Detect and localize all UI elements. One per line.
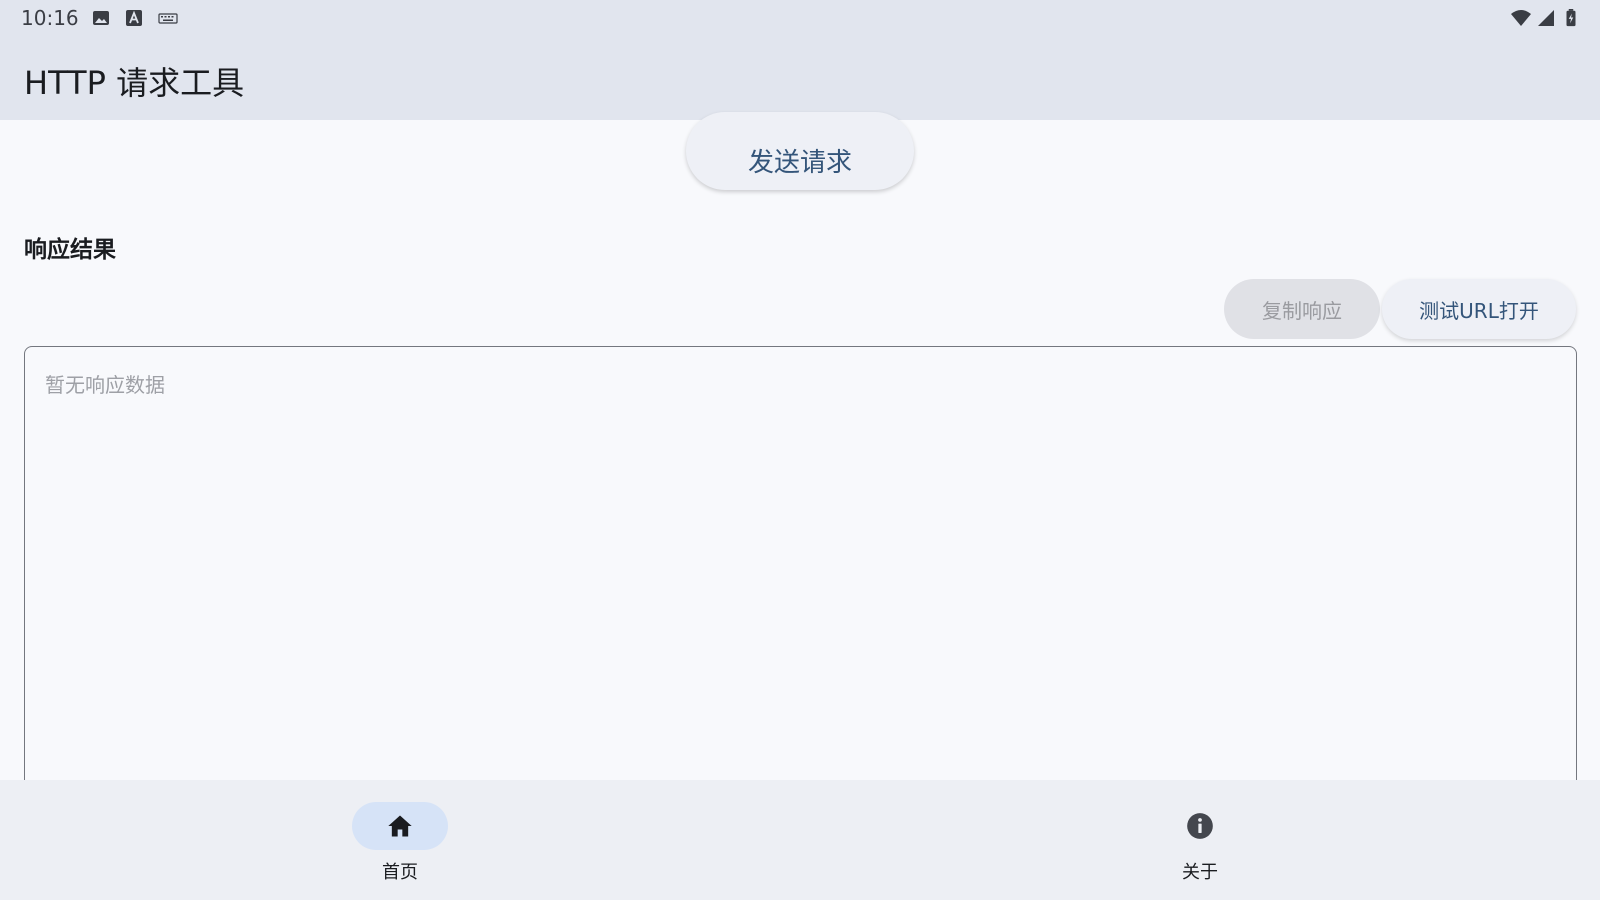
signal-icon	[1538, 10, 1554, 26]
battery-charging-icon	[1566, 9, 1576, 27]
nav-label-about: 关于	[1182, 862, 1218, 883]
nav-item-home[interactable]: 首页	[300, 780, 500, 900]
app-title: HTTP 请求工具	[24, 64, 245, 102]
keyboard-icon	[158, 13, 178, 24]
bottom-navigation: 首页 关于	[0, 780, 1600, 900]
response-section-title: 响应结果	[24, 237, 116, 263]
font-a-icon	[126, 10, 142, 26]
image-icon	[93, 11, 109, 25]
wifi-icon	[1511, 10, 1531, 26]
app-bar: 10:16 HTTP 请求工具	[0, 0, 1600, 120]
home-icon	[388, 815, 412, 837]
response-textarea[interactable]: 暂无响应数据	[24, 346, 1577, 816]
copy-response-button[interactable]: 复制响应	[1224, 279, 1380, 339]
nav-label-home: 首页	[382, 862, 418, 883]
nav-item-about[interactable]: 关于	[1100, 780, 1300, 900]
test-url-open-button[interactable]: 测试URL打开	[1382, 279, 1576, 339]
status-bar: 10:16	[0, 0, 1600, 36]
info-icon	[1187, 813, 1213, 839]
send-request-button[interactable]: 发送请求	[686, 112, 914, 190]
status-time: 10:16	[21, 6, 79, 30]
response-placeholder: 暂无响应数据	[45, 373, 165, 397]
